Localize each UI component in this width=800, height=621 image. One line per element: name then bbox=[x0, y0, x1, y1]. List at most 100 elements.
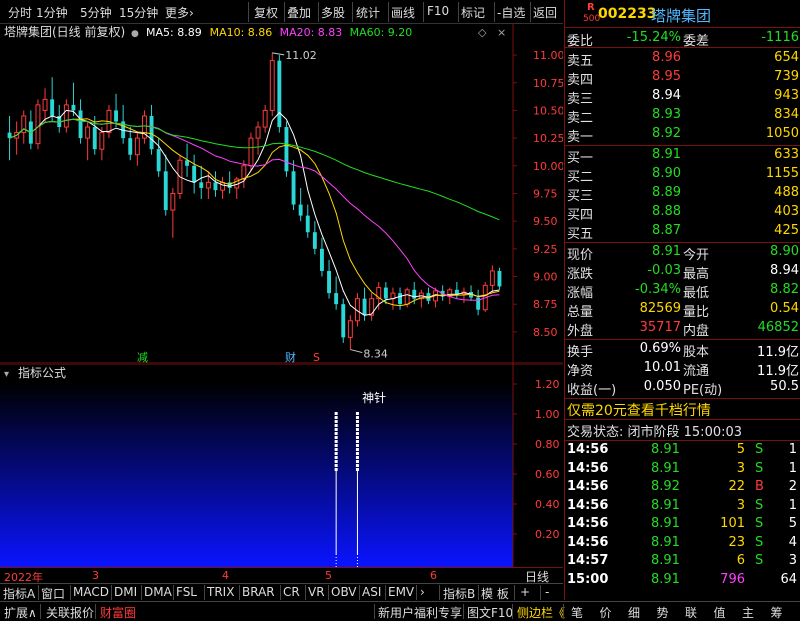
status-right-0[interactable]: 新用户福利专享 bbox=[378, 604, 462, 621]
indicator-tab-1[interactable]: 窗口 bbox=[41, 585, 65, 602]
toolbar-15min-button[interactable]: 15分钟 bbox=[119, 4, 158, 21]
tick-price: 8.91 bbox=[651, 442, 680, 457]
close-icon[interactable]: × bbox=[497, 26, 506, 39]
indicator-tab-14[interactable]: 指标B bbox=[443, 585, 475, 602]
signal-dot bbox=[334, 456, 338, 459]
status-right-2[interactable]: 侧边栏《 bbox=[517, 604, 565, 621]
date-label: 4 bbox=[222, 569, 229, 582]
tick-count: 1 bbox=[788, 442, 797, 457]
toolbar-mark-button[interactable]: 标记 bbox=[461, 4, 485, 21]
status-left-1[interactable]: 关联报价 bbox=[46, 604, 94, 621]
status-left-0[interactable]: 扩展∧ bbox=[4, 604, 37, 621]
toolbar-stats-button[interactable]: 统计 bbox=[356, 4, 380, 21]
indicator-tab-5[interactable]: FSL bbox=[176, 585, 197, 599]
indicator-tab-9[interactable]: VR bbox=[308, 585, 325, 599]
candle-body bbox=[92, 127, 97, 150]
indicator-gradient bbox=[0, 382, 513, 567]
indicator-tab-10[interactable]: OBV bbox=[331, 585, 357, 599]
y-tick-label: 9.25 bbox=[533, 243, 558, 256]
toolbar-more-button[interactable]: 更多› bbox=[165, 4, 194, 21]
indicator-tab-3[interactable]: DMI bbox=[114, 585, 137, 599]
signal-dot bbox=[334, 432, 338, 435]
sell-marker[interactable]: S bbox=[313, 351, 320, 364]
stat-value: 8.91 bbox=[652, 244, 681, 259]
indicator-tab-7[interactable]: BRAR bbox=[242, 585, 275, 599]
toolbar-divider bbox=[318, 2, 319, 22]
side-tab-6[interactable]: 主 bbox=[742, 604, 754, 621]
side-tab-3[interactable]: 势 bbox=[657, 604, 669, 621]
candle-body bbox=[205, 181, 211, 189]
toolbar-f10-button[interactable]: F10 bbox=[427, 4, 449, 18]
indicator-chart[interactable]: ▾ 指标公式 1.20 1.00 0.80 0.60 0.40 0.20 神针 bbox=[0, 364, 563, 567]
indicator-tab-17[interactable]: - bbox=[545, 585, 549, 599]
indicator-tab-8[interactable]: CR bbox=[283, 585, 300, 599]
signal-dot bbox=[355, 420, 359, 423]
bid-volume: 633 bbox=[774, 147, 799, 162]
finance-marker[interactable]: 财 bbox=[285, 350, 296, 364]
indicator-tab-4[interactable]: DMA bbox=[144, 585, 172, 599]
toolbar-watchlist-button[interactable]: -自选 bbox=[497, 4, 525, 21]
indicator-tab-0[interactable]: 指标A bbox=[3, 585, 35, 602]
tick-time: 14:56 bbox=[567, 479, 609, 494]
indicator-tab-6[interactable]: TRIX bbox=[207, 585, 234, 599]
candle-body bbox=[284, 127, 289, 172]
indicator-tab-12[interactable]: EMV bbox=[388, 585, 414, 599]
tab-divider bbox=[328, 585, 329, 600]
kline-chart[interactable]: 塔牌集团(日线 前复权) ● MA5: 8.89 MA10: 8.86 MA20: 8.… bbox=[0, 24, 563, 364]
toolbar-divider bbox=[494, 2, 495, 22]
toolbar-divider bbox=[352, 2, 353, 22]
toolbar-adjust-button[interactable]: 复权 bbox=[254, 4, 278, 21]
status-left-2[interactable]: 财富圈 bbox=[100, 604, 136, 621]
toolbar-overlay-button[interactable]: 叠加 bbox=[287, 4, 311, 21]
side-tab-5[interactable]: 值 bbox=[714, 604, 726, 621]
ask-label: 卖四 bbox=[567, 73, 594, 88]
indicator-tab-2[interactable]: MACD bbox=[73, 585, 109, 599]
indicator-tab-13[interactable]: › bbox=[420, 585, 425, 599]
indicator-toggle-icon[interactable]: ▾ bbox=[4, 369, 9, 380]
toolbar-1min-button[interactable]: 1分钟 bbox=[36, 4, 68, 21]
reduce-marker[interactable]: 减 bbox=[137, 351, 148, 364]
tab-divider bbox=[239, 585, 240, 600]
stat-label: 内盘 bbox=[683, 324, 710, 339]
indicator-tab-16[interactable]: + bbox=[520, 585, 530, 599]
candle-body bbox=[192, 165, 197, 183]
toolbar-draw-button[interactable]: 画线 bbox=[391, 4, 415, 21]
side-tab-4[interactable]: 联 bbox=[685, 604, 697, 621]
candle-body bbox=[85, 126, 91, 139]
ind-y-tick-label: 0.60 bbox=[535, 468, 560, 481]
tick-count: 2 bbox=[788, 479, 797, 494]
tab-divider bbox=[280, 585, 281, 600]
r-badge-letter: R bbox=[587, 2, 595, 13]
toolbar-5min-button[interactable]: 5分钟 bbox=[80, 4, 112, 21]
tab-divider bbox=[478, 585, 479, 600]
toolbar-intraday-button[interactable]: 分时 bbox=[8, 4, 32, 21]
quote-panel: R 500 002233 塔牌集团 委比 -15.24% 委差 -1116 卖五 8.96… bbox=[564, 0, 800, 600]
stock-name[interactable]: 塔牌集团 bbox=[651, 5, 711, 26]
stat-row: 现价 8.91 今开 8.90 bbox=[565, 243, 800, 263]
signal-dot bbox=[355, 416, 359, 419]
fund-value: 11.9亿 bbox=[757, 345, 799, 360]
ask-volume: 654 bbox=[774, 50, 799, 65]
promo-link[interactable]: 仅需20元查看千档行情 bbox=[567, 400, 711, 420]
side-tab-1[interactable]: 价 bbox=[600, 604, 612, 621]
status-right-1[interactable]: 图文F10 bbox=[467, 604, 513, 621]
side-tab-7[interactable]: 筹 bbox=[771, 604, 783, 621]
bid-row: 买四 8.88 403 bbox=[565, 203, 800, 223]
toolbar-back-button[interactable]: 返回 bbox=[533, 4, 557, 21]
indicator-tab-11[interactable]: ASI bbox=[362, 585, 381, 599]
side-tab-0[interactable]: 笔 bbox=[571, 604, 583, 621]
indicator-tab-15[interactable]: 模 板 bbox=[481, 585, 509, 602]
high-label: 11.02 bbox=[285, 49, 317, 62]
bid-label: 买一 bbox=[567, 151, 594, 166]
candle-body bbox=[497, 270, 502, 287]
low-label: 8.34 bbox=[363, 348, 388, 361]
collapse-icon[interactable]: ◇ bbox=[478, 26, 487, 39]
candle-body bbox=[489, 270, 495, 286]
ma-toggle-icon[interactable]: ● bbox=[131, 29, 139, 39]
tick-row: 14:56 8.91 5 S 1 bbox=[565, 441, 800, 460]
stat-label: 涨跌 bbox=[567, 267, 594, 282]
side-tab-2[interactable]: 细 bbox=[628, 604, 640, 621]
candle-body bbox=[42, 98, 48, 111]
toolbar-multi-button[interactable]: 多股 bbox=[321, 4, 345, 21]
signal-dot bbox=[334, 452, 338, 455]
